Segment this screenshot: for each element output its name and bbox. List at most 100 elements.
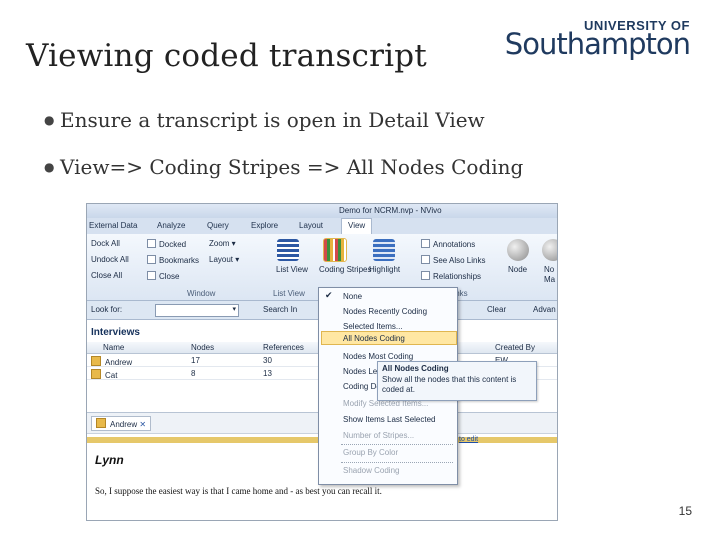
close-label: Close (159, 272, 180, 281)
undock-all-button[interactable]: Undock All (91, 255, 129, 264)
detail-tab-andrew[interactable]: Andrew ✕ (91, 416, 152, 431)
look-for-input[interactable]: ▾ (155, 304, 239, 317)
relationships-toggle[interactable]: Relationships (421, 271, 481, 281)
highlight-icon[interactable] (373, 239, 395, 261)
menu-separator (341, 462, 453, 463)
bullet-1: ● Ensure a transcript is open in Detail V… (44, 108, 485, 132)
see-also-checkbox (421, 255, 430, 264)
node-sphere-icon[interactable] (507, 239, 529, 261)
bookmarks-label: Bookmarks (159, 256, 200, 265)
annotations-label: Annotations (433, 240, 476, 249)
relationships-checkbox (421, 271, 430, 280)
menu-tooltip: All Nodes Coding Show all the nodes that… (377, 361, 537, 401)
docked-label: Docked (159, 240, 187, 249)
row-references: 30 (263, 356, 272, 365)
layout-label: Layout (209, 255, 234, 264)
more-button-1[interactable]: No (544, 265, 554, 274)
tab-explore[interactable]: Explore (251, 221, 278, 230)
group-list-view-label: List View (273, 289, 305, 298)
node-sphere-icon-2[interactable] (542, 239, 557, 261)
menu-item-number-of-stripes[interactable]: Number of Stripes... (343, 431, 414, 440)
speaker-name: Lynn (95, 453, 124, 467)
tab-layout[interactable]: Layout (299, 221, 323, 230)
bookmark-icon (147, 255, 156, 264)
window-title: Demo for NCRM.nvp - NVivo (339, 206, 442, 215)
menu-item-selected-items[interactable]: Selected Items... (343, 322, 403, 331)
dropdown-arrow-icon: ▾ (232, 306, 236, 313)
nvivo-screenshot: Demo for NCRM.nvp - NVivo External Data … (86, 203, 558, 521)
docked-toggle[interactable]: Docked (147, 239, 186, 249)
row-name-text: Andrew (105, 358, 133, 367)
row-name-text: Cat (105, 371, 118, 380)
row-references: 13 (263, 369, 272, 378)
close-doc-icon (147, 271, 156, 280)
check-icon: ✔ (325, 290, 333, 300)
menu-item-coding-density[interactable]: Coding De (343, 382, 381, 391)
bullet-2-text: View=> Coding Stripes => All Nodes Codin… (60, 155, 524, 179)
bookmarks-button[interactable]: Bookmarks (147, 255, 199, 265)
dock-all-button[interactable]: Dock All (91, 239, 120, 248)
clear-button[interactable]: Clear (487, 305, 506, 314)
close-button[interactable]: Close (147, 271, 179, 281)
zoom-dropdown[interactable]: Zoom ▾ (209, 239, 236, 248)
tab-external-data[interactable]: External Data (89, 221, 137, 230)
menu-item-group-by-color[interactable]: Group By Color (343, 448, 398, 457)
window-titlebar: Demo for NCRM.nvp - NVivo (87, 204, 557, 218)
menu-item-nodes-recently-coding[interactable]: Nodes Recently Coding (343, 307, 427, 316)
menu-item-all-nodes-coding[interactable]: All Nodes Coding (343, 334, 405, 343)
tooltip-text: Show all the nodes that this content is … (382, 375, 517, 394)
see-also-links-toggle[interactable]: See Also Links (421, 255, 485, 265)
layout-dropdown[interactable]: Layout ▾ (209, 255, 239, 264)
coding-stripes-icon[interactable] (323, 238, 347, 262)
menu-item-show-items-last-selected[interactable]: Show Items Last Selected (343, 415, 436, 424)
look-for-label: Look for: (91, 305, 123, 314)
list-view-button-label[interactable]: List View (276, 265, 308, 274)
bullet-2: ● View=> Coding Stripes => All Nodes Codi… (44, 155, 523, 179)
bullet-dot: ● (44, 113, 55, 127)
tooltip-title: All Nodes Coding (382, 364, 449, 373)
menu-item-nodes-least-coding[interactable]: Nodes Le (343, 367, 377, 376)
menu-item-nodes-most-coding[interactable]: Nodes Most Coding (343, 352, 413, 361)
university-logo: UNIVERSITY OF Southampton (505, 18, 691, 68)
click-to-edit-link[interactable]: to edit (459, 436, 478, 443)
column-created-by[interactable]: Created By (495, 343, 535, 352)
menu-item-shadow-coding[interactable]: Shadow Coding (343, 466, 399, 475)
column-references[interactable]: References (263, 343, 304, 352)
bullet-dot: ● (44, 160, 55, 174)
row-nodes: 17 (191, 356, 200, 365)
zoom-label: Zoom (209, 239, 230, 248)
row-name: Andrew (91, 356, 132, 367)
tab-analyze[interactable]: Analyze (157, 221, 185, 230)
bullet-1-text: Ensure a transcript is open in Detail Vi… (60, 108, 485, 132)
document-icon (96, 418, 106, 428)
close-tab-icon[interactable]: ✕ (139, 420, 146, 429)
group-window-label: Window (187, 289, 216, 298)
advanced-button[interactable]: Advan (533, 305, 556, 314)
relationships-label: Relationships (433, 272, 482, 281)
coding-stripes-button[interactable]: Coding Stripes (319, 265, 371, 274)
menu-item-none[interactable]: None (343, 292, 362, 301)
column-name[interactable]: Name (103, 343, 124, 352)
row-nodes: 8 (191, 369, 196, 378)
close-all-button[interactable]: Close All (91, 271, 122, 280)
list-view-icon[interactable] (277, 239, 299, 261)
see-also-label: See Also Links (433, 256, 486, 265)
search-in-button[interactable]: Search In (263, 305, 297, 314)
more-button-2[interactable]: Ma (544, 275, 555, 284)
ribbon-tabs: External Data Analyze Query Explore Layo… (87, 218, 557, 235)
tab-view[interactable]: View (341, 218, 373, 235)
slide-title: Viewing coded transcript (26, 38, 427, 74)
menu-separator (341, 444, 453, 445)
annotations-checkbox (421, 239, 430, 248)
document-icon (91, 356, 101, 366)
node-button[interactable]: Node (508, 265, 527, 274)
row-name: Cat (91, 369, 117, 380)
annotations-toggle[interactable]: Annotations (421, 239, 475, 249)
highlight-button[interactable]: Highlight (369, 265, 400, 274)
document-icon (91, 369, 101, 379)
checkbox-icon (147, 239, 156, 248)
column-nodes[interactable]: Nodes (191, 343, 214, 352)
transcript-text: So, I suppose the easiest way is that I … (95, 486, 382, 496)
tab-query[interactable]: Query (207, 221, 229, 230)
list-title: Interviews (91, 327, 140, 338)
